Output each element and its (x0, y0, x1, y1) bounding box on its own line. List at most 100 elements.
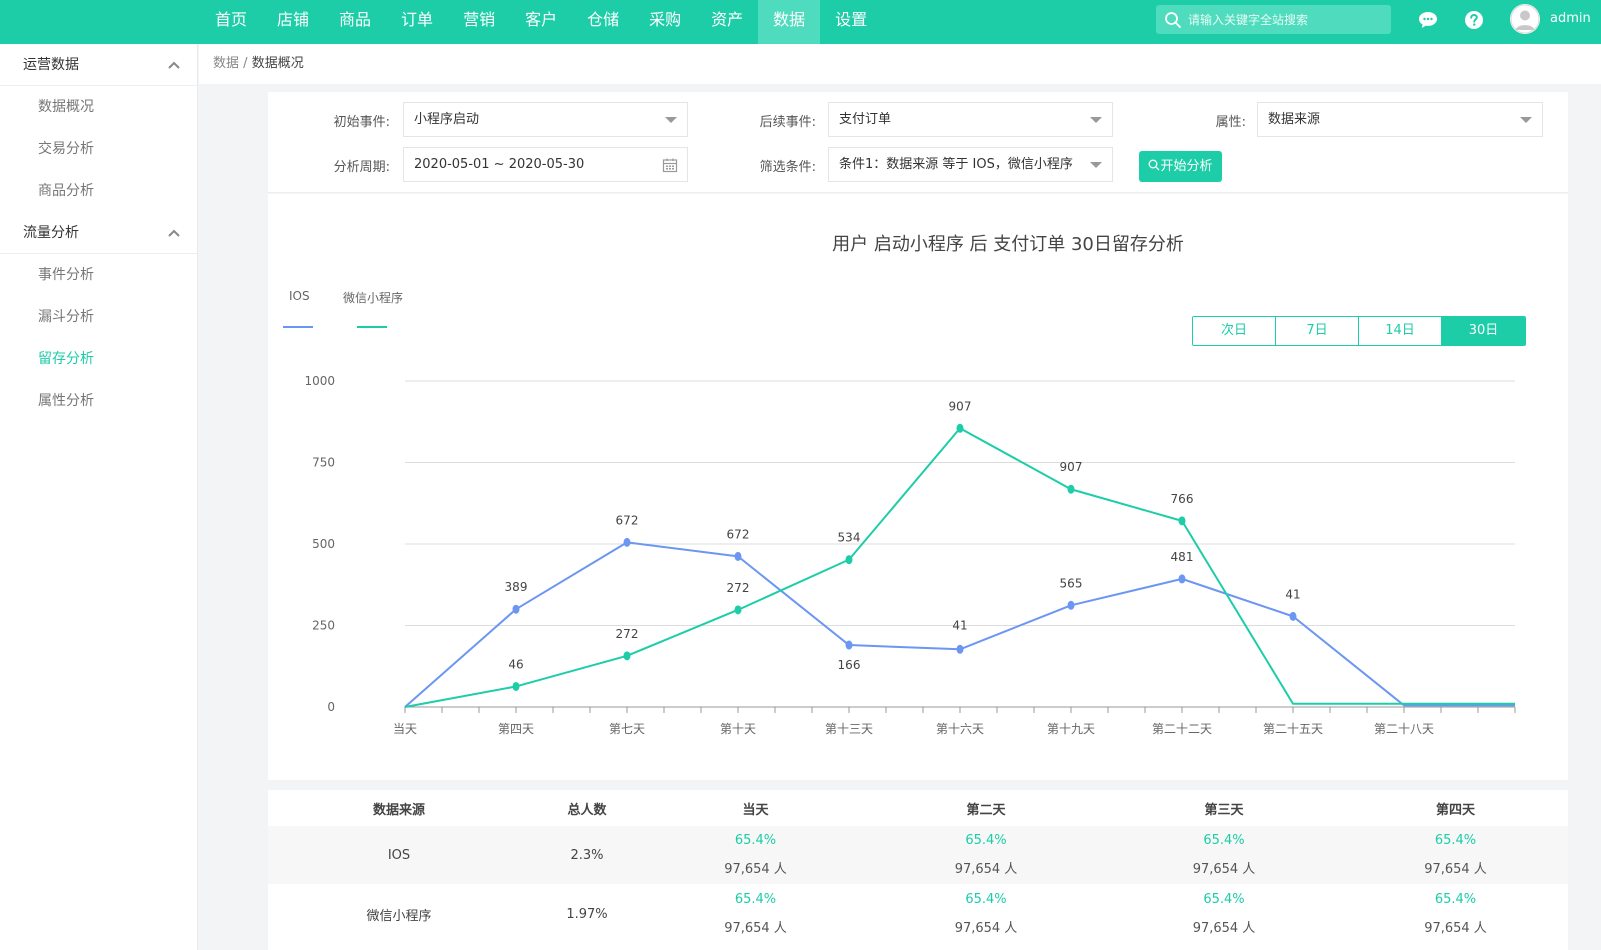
sidebar-item-retention-analysis[interactable]: 留存分析 (0, 338, 197, 380)
cell-percent: 65.4% (965, 833, 1007, 848)
legend-item-ios[interactable]: IOS (289, 289, 310, 303)
period-date-range[interactable]: 2020-05-01 ~ 2020-05-30 (403, 147, 688, 182)
cell-percent: 65.4% (734, 833, 777, 848)
search-icon (1165, 11, 1181, 28)
cell-count: 97,654 人 (1424, 862, 1487, 877)
global-search[interactable] (1156, 5, 1391, 34)
sidebar-item-attribute-analysis[interactable]: 属性分析 (0, 380, 197, 422)
follow-event-label: 后续事件: (759, 115, 816, 130)
cell-count: 97,654 人 (1192, 862, 1256, 877)
message-icon[interactable] (1417, 9, 1439, 31)
cell-day: 65.4% 97,654 人 (1105, 884, 1343, 944)
condition-select[interactable]: 条件1：数据来源 等于 IOS，微信小程序 (828, 147, 1113, 182)
range-tab-next-day[interactable]: 次日 (1193, 317, 1276, 345)
initial-event-label: 初始事件: (333, 115, 390, 130)
nav-item-settings[interactable]: 设置 (820, 0, 882, 44)
breadcrumb-current: 数据概况 (251, 56, 304, 71)
sidebar-group-label: 流量分析 (23, 225, 79, 241)
search-input[interactable] (1188, 12, 1388, 27)
col-header-day4: 第四天 (1435, 802, 1475, 818)
chart-title: 用户 启动小程序 后 支付订单 30日留存分析 (832, 234, 1184, 255)
range-tab-30d[interactable]: 30日 (1442, 317, 1525, 345)
table-row: 微信小程序 1.97% 65.4% 97,654 人 65.4% 97,654 人 … (268, 884, 1568, 944)
sidebar-item-trade-analysis[interactable]: 交易分析 (0, 128, 197, 170)
period-label: 分析周期: (333, 160, 390, 175)
col-header-day2: 第二天 (966, 802, 1006, 818)
cell-day: 65.4% 97,654 人 (867, 884, 1105, 944)
cell-percent: 65.4% (965, 892, 1007, 907)
cell-day: 65.4% 97,654 人 (867, 826, 1105, 885)
breadcrumb: 数据 / 数据概况 (199, 44, 1601, 84)
cell-day: 65.4% 97,654 人 (1343, 826, 1568, 885)
nav-item-store[interactable]: 店铺 (262, 0, 324, 44)
legend-swatch-wechat (357, 326, 387, 328)
range-tab-7d[interactable]: 7日 (1276, 317, 1359, 345)
nav-item-assets[interactable]: 资产 (696, 0, 758, 44)
breadcrumb-separator: / (243, 56, 248, 71)
chevron-down-icon (1090, 117, 1102, 123)
attribute-label: 属性: (1215, 115, 1246, 130)
legend-swatch-ios (283, 326, 313, 328)
cell-day: 65.4% 97,654 人 (644, 826, 867, 885)
legend-item-wechat[interactable]: 微信小程序 (343, 289, 403, 306)
follow-event-value: 支付订单 (839, 112, 892, 127)
nav-item-marketing[interactable]: 营销 (448, 0, 510, 44)
chevron-down-icon (1090, 162, 1102, 168)
sidebar-group-operations[interactable]: 运营数据 (0, 44, 197, 86)
sidebar-item-funnel-analysis[interactable]: 漏斗分析 (0, 296, 197, 338)
start-analysis-label: 开始分析 (1160, 159, 1213, 174)
chevron-down-icon (665, 117, 677, 123)
cell-count: 97,654 人 (954, 921, 1018, 936)
col-header-total: 总人数 (567, 802, 607, 818)
breadcrumb-root[interactable]: 数据 (213, 56, 239, 71)
follow-event-select[interactable]: 支付订单 (828, 102, 1113, 137)
cell-total: 2.3% (530, 826, 644, 885)
table-header-row: 数据来源 总人数 当天 第二天 第三天 第四天 (268, 790, 1568, 826)
attribute-select[interactable]: 数据来源 (1257, 102, 1543, 137)
help-icon[interactable] (1463, 9, 1485, 31)
cell-day: 65.4% 97,654 人 (1105, 826, 1343, 885)
sidebar-group-traffic[interactable]: 流量分析 (0, 212, 197, 254)
nav-item-goods[interactable]: 商品 (324, 0, 386, 44)
start-analysis-button[interactable]: 开始分析 (1139, 151, 1222, 182)
cell-count: 97,654 人 (724, 921, 787, 936)
nav-item-customers[interactable]: 客户 (510, 0, 572, 44)
cell-count: 97,654 人 (1424, 921, 1487, 936)
condition-value: 条件1：数据来源 等于 IOS，微信小程序 (839, 157, 1073, 172)
sidebar-item-overview[interactable]: 数据概况 (0, 86, 197, 128)
chevron-up-icon (168, 229, 180, 237)
table-row: IOS 2.3% 65.4% 97,654 人 65.4% 97,654 人 65.… (268, 826, 1568, 885)
avatar[interactable] (1510, 4, 1540, 34)
sidebar-group-label: 运营数据 (23, 57, 79, 73)
initial-event-select[interactable]: 小程序启动 (403, 102, 688, 137)
nav-item-warehouse[interactable]: 仓储 (572, 0, 634, 44)
retention-chart-panel: 用户 启动小程序 后 支付订单 30日留存分析 (268, 194, 1568, 780)
sidebar-item-event-analysis[interactable]: 事件分析 (0, 254, 197, 296)
cell-percent: 65.4% (1434, 833, 1477, 848)
cell-source: 微信小程序 (268, 884, 530, 944)
nav-item-home[interactable]: 首页 (200, 0, 262, 44)
calendar-icon (662, 158, 678, 173)
sidebar: 运营数据 数据概况 交易分析 商品分析 流量分析 事件分析 漏斗分析 留存分析 … (0, 44, 198, 950)
cell-source: IOS (268, 826, 530, 885)
col-header-day0: 当天 (742, 802, 769, 818)
retention-table: 数据来源 总人数 当天 第二天 第三天 第四天 IOS 2.3% 65.4% 97… (268, 790, 1568, 944)
cell-percent: 65.4% (1434, 892, 1477, 907)
range-tabs: 次日 7日 14日 30日 (1192, 316, 1526, 346)
range-tab-14d[interactable]: 14日 (1359, 317, 1442, 345)
main-nav: 首页 店铺 商品 订单 营销 客户 仓储 采购 资产 数据 设置 (200, 0, 882, 44)
nav-item-orders[interactable]: 订单 (386, 0, 448, 44)
chevron-down-icon (1520, 117, 1532, 123)
username[interactable]: admin (1550, 11, 1591, 26)
sidebar-item-goods-analysis[interactable]: 商品分析 (0, 170, 197, 212)
col-header-day3: 第三天 (1204, 802, 1244, 818)
top-nav-bar: 首页 店铺 商品 订单 营销 客户 仓储 采购 资产 数据 设置 admin (0, 0, 1601, 44)
cell-count: 97,654 人 (954, 862, 1018, 877)
cell-count: 97,654 人 (724, 862, 787, 877)
cell-day: 65.4% 97,654 人 (644, 884, 867, 944)
cell-percent: 65.4% (1203, 833, 1245, 848)
nav-item-data[interactable]: 数据 (758, 0, 821, 44)
cell-total: 1.97% (530, 884, 644, 944)
attribute-value: 数据来源 (1268, 112, 1321, 127)
nav-item-purchase[interactable]: 采购 (634, 0, 696, 44)
